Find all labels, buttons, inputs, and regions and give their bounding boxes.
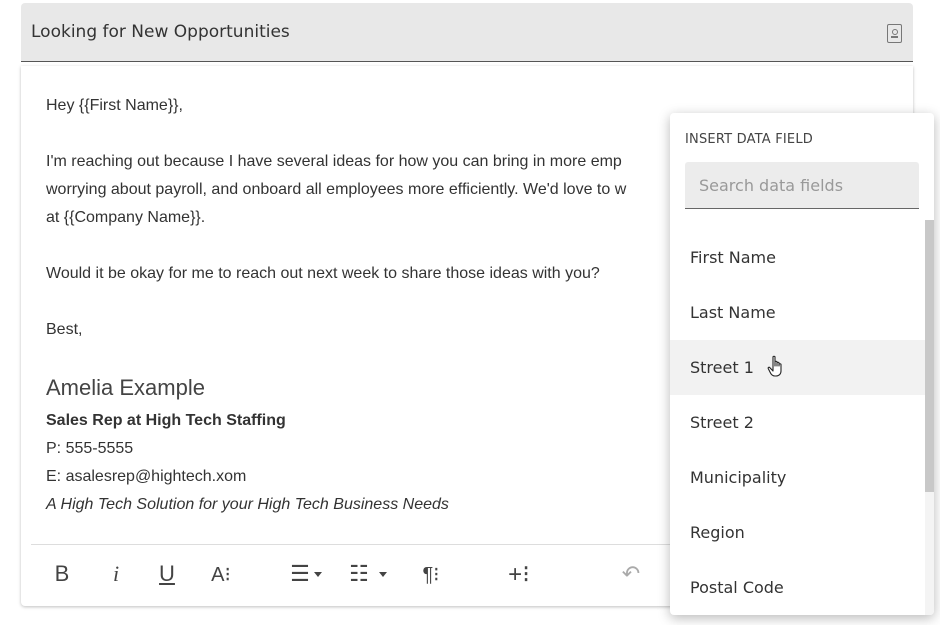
menu-item-municipality[interactable]: Municipality [670, 450, 925, 505]
insert-data-field-menu: INSERT DATA FIELD First Name Last Name S… [670, 113, 934, 615]
insert-plus-icon: +⁝ [508, 560, 530, 588]
align-left-icon: ☰ [290, 561, 310, 586]
underline-button[interactable]: U [152, 559, 182, 589]
body-line: worrying about payroll, and onboard all … [46, 181, 627, 198]
menu-item-label: Street 1 [690, 358, 754, 377]
greeting-line: Hey {{First Name}}, [46, 97, 183, 114]
underline-icon: U [159, 561, 175, 586]
menu-scrollbar[interactable] [925, 220, 934, 615]
paragraph-button[interactable]: ¶⁝ [414, 559, 448, 589]
closing-line: Best, [46, 321, 83, 338]
font-size-icon: A⁝ [211, 563, 231, 586]
chevron-down-icon [313, 571, 322, 577]
bold-button[interactable]: B [47, 559, 77, 589]
body-line: at {{Company Name}}. [46, 209, 206, 226]
signature-email: E: asalesrep@hightech.xom [46, 468, 247, 485]
search-field[interactable] [685, 162, 919, 209]
font-size-button[interactable]: A⁝ [204, 559, 238, 589]
subject-field[interactable]: Looking for New Opportunities [21, 3, 913, 62]
subject-text: Looking for New Opportunities [31, 22, 290, 42]
signature-phone: P: 555-5555 [46, 440, 134, 457]
align-button[interactable]: ☰ [285, 559, 327, 589]
scrollbar-thumb[interactable] [925, 220, 934, 492]
hand-cursor-icon [767, 355, 782, 377]
undo-button[interactable]: ↶ [616, 559, 646, 589]
chevron-down-icon [378, 571, 387, 577]
menu-item-first-name[interactable]: First Name [670, 230, 925, 285]
signature-name: Amelia Example [46, 375, 205, 400]
body-line: I'm reaching out because I have several … [46, 153, 622, 170]
search-input[interactable] [685, 162, 919, 208]
bold-icon: B [54, 561, 70, 586]
signature-tagline: A High Tech Solution for your High Tech … [46, 496, 449, 513]
menu-item-street-2[interactable]: Street 2 [670, 395, 925, 450]
menu-item-postal-code[interactable]: Postal Code [670, 560, 925, 615]
menu-item-street-1[interactable]: Street 1 [670, 340, 925, 395]
italic-icon: i [112, 561, 120, 586]
italic-button[interactable]: i [101, 559, 131, 589]
undo-icon: ↶ [621, 561, 641, 586]
signature-title: Sales Rep at High Tech Staffing [46, 412, 286, 429]
contact-card-icon[interactable] [887, 24, 902, 43]
menu-item-last-name[interactable]: Last Name [670, 285, 925, 340]
insert-field-button[interactable]: +⁝ [501, 559, 537, 589]
data-field-list: First Name Last Name Street 1 Street 2 M… [670, 230, 925, 615]
body-line: Would it be okay for me to reach out nex… [46, 265, 600, 282]
paragraph-icon: ¶⁝ [422, 563, 440, 586]
bullet-list-icon: ☷ [349, 561, 369, 586]
list-button[interactable]: ☷ [343, 559, 393, 589]
menu-item-region[interactable]: Region [670, 505, 925, 560]
menu-title: INSERT DATA FIELD [685, 132, 813, 147]
